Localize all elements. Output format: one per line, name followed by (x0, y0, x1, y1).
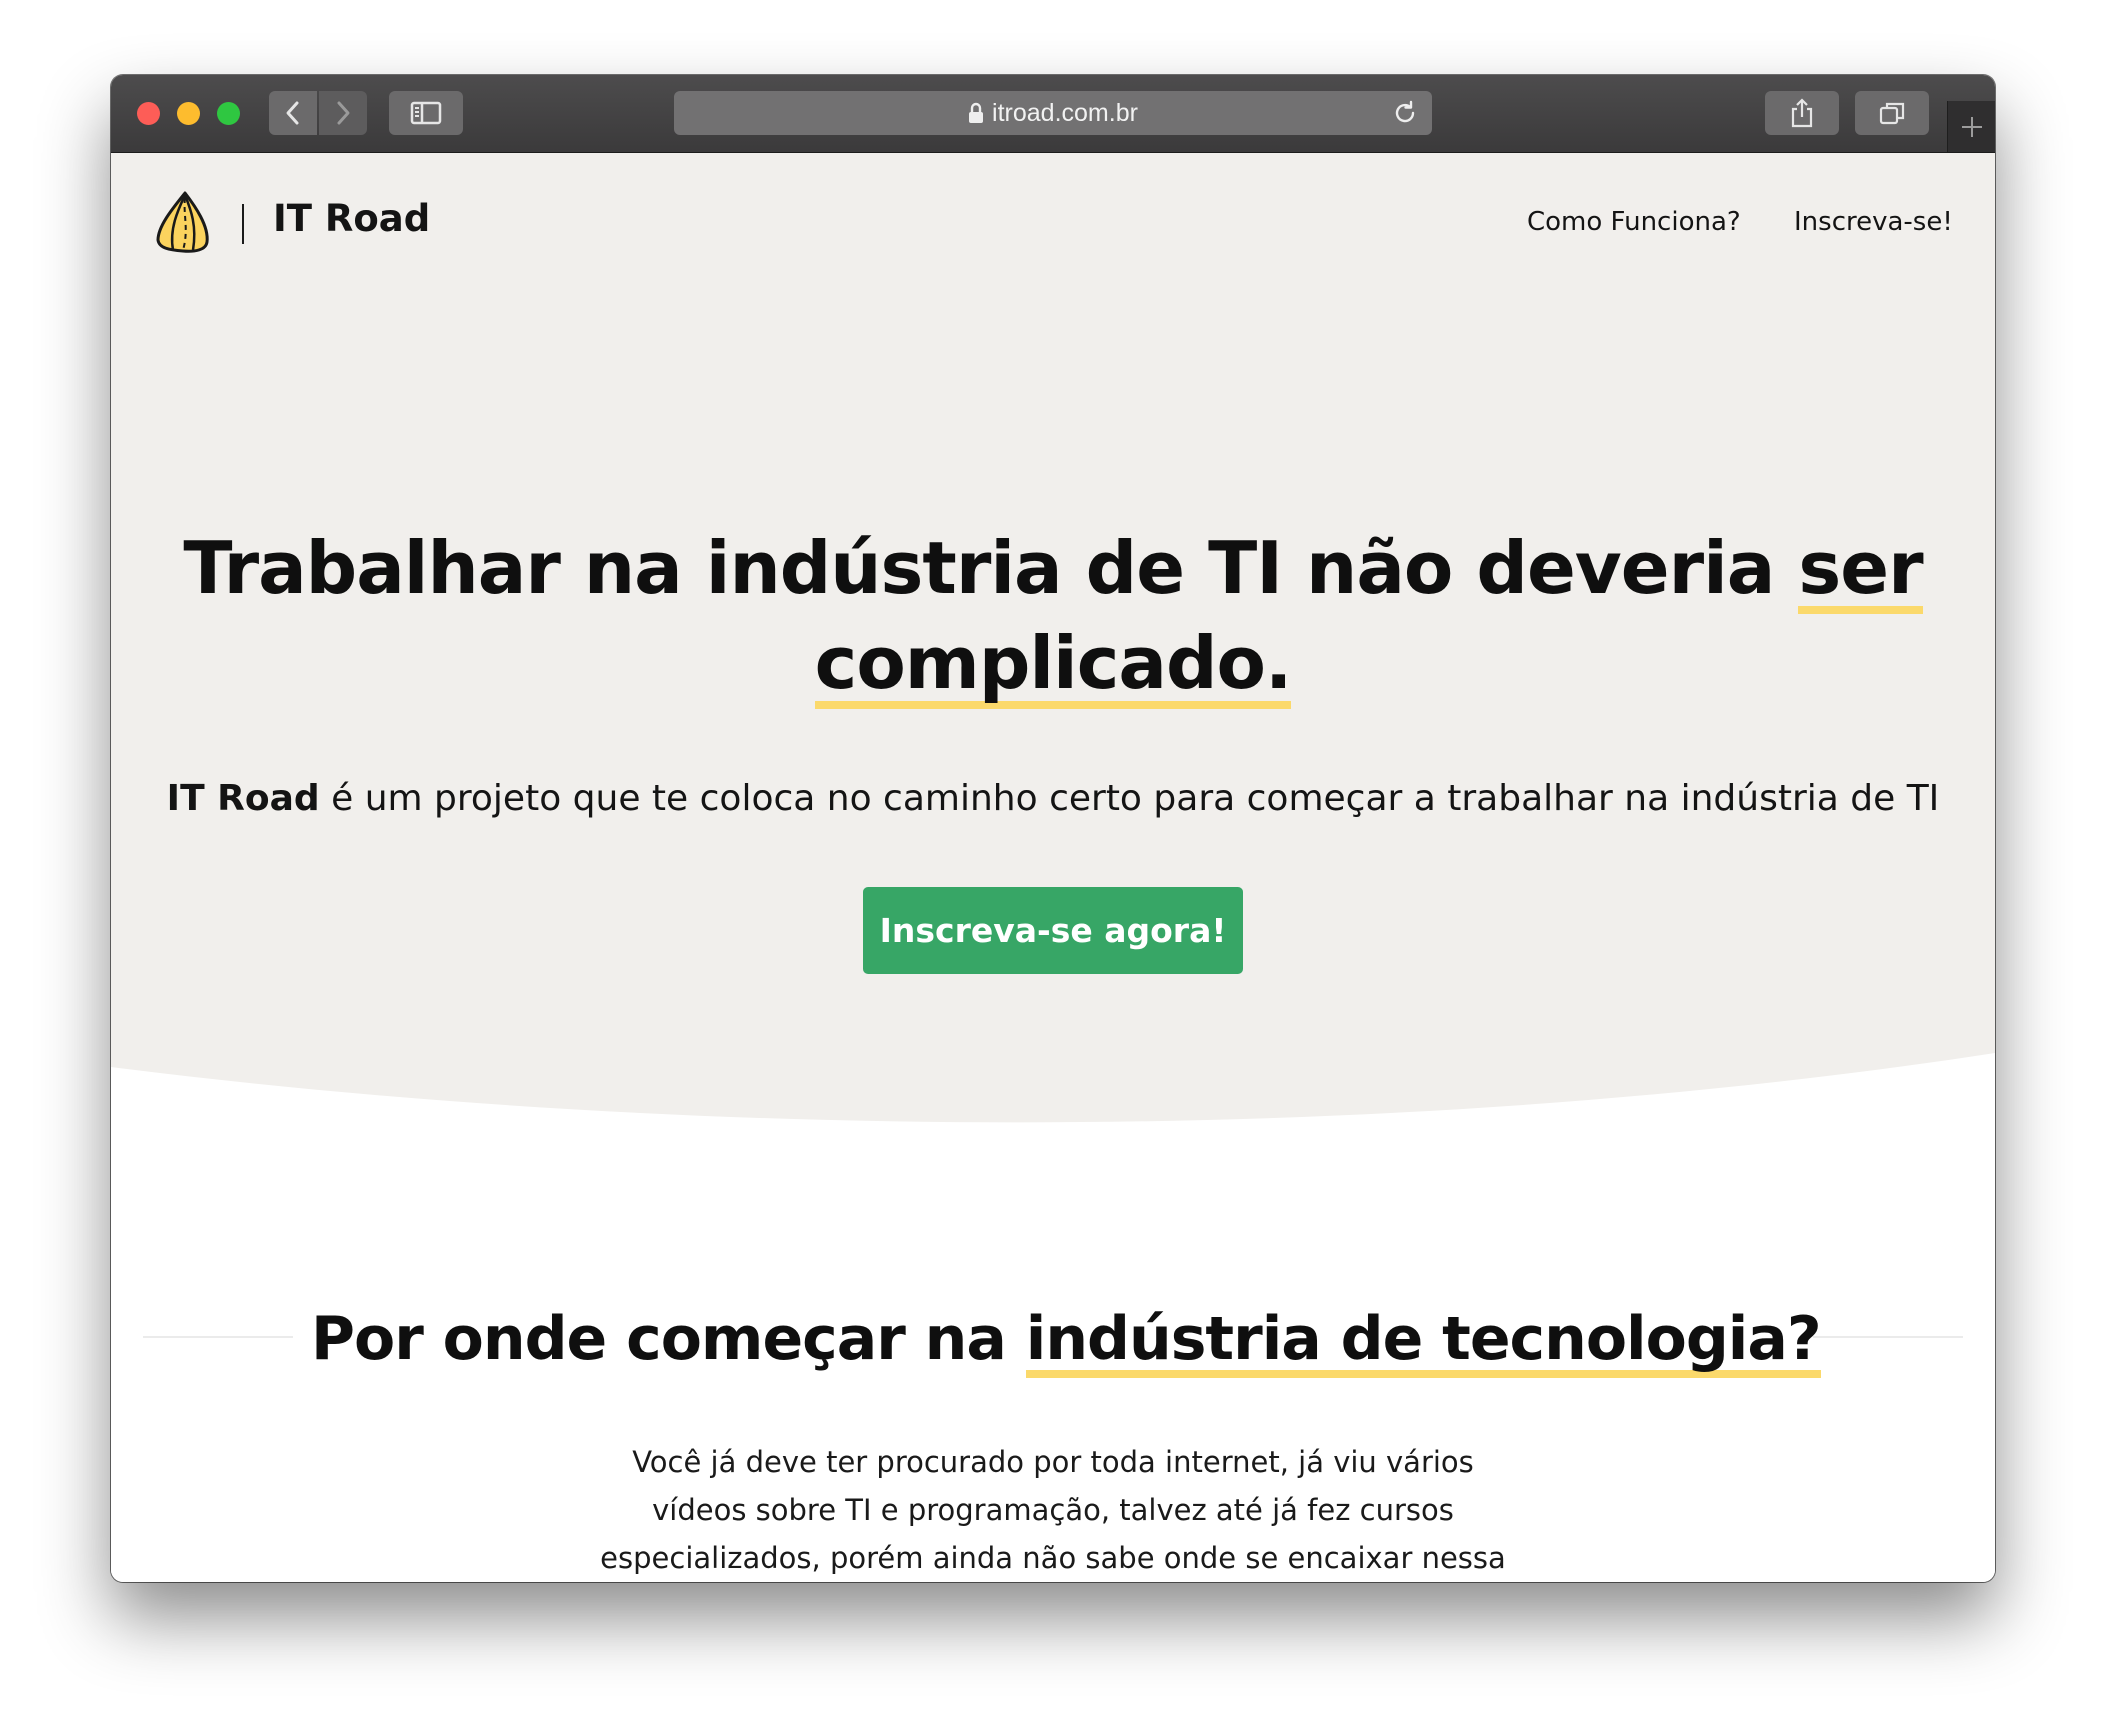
road-logo-icon[interactable] (155, 190, 211, 254)
lock-icon (969, 102, 984, 123)
section-paragraph: Você já deve ter procurado por toda inte… (600, 1445, 1506, 1575)
share-icon (1791, 98, 1813, 128)
site-logo-text[interactable]: IT Road (273, 197, 430, 240)
sidebar-toggle-button[interactable] (389, 91, 463, 135)
hero-title: Trabalhar na indústria de TI não deveria… (151, 521, 1955, 711)
hero-title-text: Trabalhar na indústria de TI não deveria (183, 526, 1799, 610)
reload-icon[interactable] (1392, 100, 1418, 126)
browser-window: itroad.com.br IT Road Como Funciona? Ins… (111, 75, 1995, 1582)
tab-overview-button[interactable] (1855, 91, 1929, 135)
section-title: Por onde começar na indústria de tecnolo… (311, 1301, 1822, 1377)
plus-icon (1962, 116, 1982, 137)
section-title-highlight: indústria de tecnologia? (1026, 1304, 1822, 1378)
hero-subtitle-text: é um projeto que te coloca no caminho ce… (319, 778, 1940, 819)
tabs-icon (1879, 102, 1905, 125)
sidebar-icon (410, 101, 442, 125)
hero-subtitle: IT Road é um projeto que te coloca no ca… (151, 778, 1955, 819)
address-content: itroad.com.br (674, 91, 1432, 135)
nav-link-inscreva-se[interactable]: Inscreva-se! (1794, 207, 1953, 237)
chevron-right-icon (337, 101, 350, 125)
logo-divider (242, 204, 244, 244)
back-button[interactable] (269, 91, 317, 135)
section-divider-left (143, 1336, 293, 1338)
hero-subtitle-brand: IT Road (166, 778, 320, 819)
minimize-window-button[interactable] (177, 102, 200, 125)
forward-button[interactable] (319, 91, 367, 135)
close-window-button[interactable] (137, 102, 160, 125)
chevron-left-icon (286, 101, 299, 125)
hero-title-highlight-complicado: complicado. (815, 621, 1293, 709)
new-tab-button[interactable] (1947, 101, 1995, 152)
browser-toolbar: itroad.com.br (111, 75, 1995, 153)
address-bar[interactable]: itroad.com.br (674, 91, 1432, 135)
section-divider-right (1813, 1336, 1963, 1338)
url-text: itroad.com.br (992, 98, 1138, 127)
section-title-text: Por onde começar na (311, 1304, 1026, 1374)
share-button[interactable] (1765, 91, 1839, 135)
hero-wave-divider (111, 1053, 1995, 1193)
zoom-window-button[interactable] (217, 102, 240, 125)
page-viewport: IT Road Como Funciona? Inscreva-se! Trab… (111, 153, 1995, 1582)
signup-now-button[interactable]: Inscreva-se agora! (863, 887, 1243, 974)
nav-link-como-funciona[interactable]: Como Funciona? (1527, 207, 1741, 237)
hero-title-highlight-ser: ser (1798, 526, 1923, 614)
